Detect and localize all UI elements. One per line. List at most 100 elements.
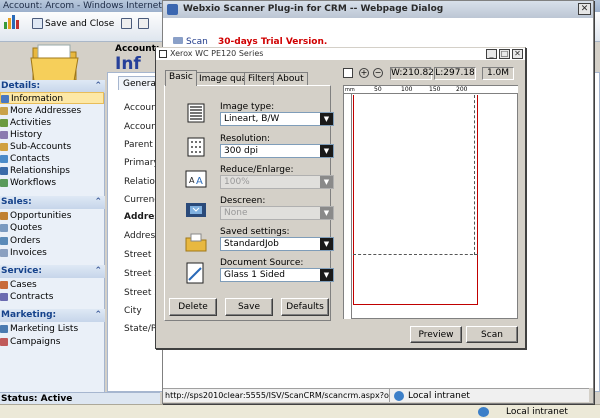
reduce-enlarge-value: 100% (224, 177, 250, 187)
svg-text:A: A (196, 176, 203, 187)
resolution-icon (187, 137, 205, 157)
nav-section-service[interactable]: Service: ⌃ (0, 265, 105, 278)
nav-item-cases[interactable]: Cases (0, 279, 104, 291)
contracts-icon (0, 293, 8, 301)
chevron-down-icon: ▼ (320, 113, 333, 125)
nav-item-more-addresses[interactable]: More Addresses (0, 105, 104, 117)
width-readout: W:210.82 (390, 67, 434, 80)
opportunities-icon (0, 212, 8, 220)
scan-button[interactable]: Scan (466, 326, 518, 343)
maximize-icon[interactable]: □ (499, 49, 510, 59)
scan-preview-area[interactable]: mm 50 100 150 200 (343, 85, 518, 319)
delete-button[interactable]: Delete (169, 298, 217, 316)
nav-section-marketing[interactable]: Marketing: ⌃ (0, 309, 105, 322)
tab-general[interactable]: General (118, 76, 158, 90)
collapse-icon[interactable]: ⌃ (94, 265, 102, 278)
nav-item-label: Quotes (10, 223, 43, 233)
nav-item-label: Contacts (10, 154, 50, 164)
chevron-down-icon: ▼ (320, 238, 333, 250)
descreen-label: Descreen: (220, 196, 266, 206)
nav-item-contracts[interactable]: Contracts (0, 291, 104, 303)
record-status: Status: Active (0, 392, 160, 404)
nav-section-title: Sales: (1, 197, 32, 207)
scanner-window: Xerox WC PE120 Series _ □ ✕ Basic Image … (155, 47, 526, 349)
toolbar-action-icon[interactable] (138, 18, 149, 29)
zoom-in-icon[interactable]: + (359, 68, 369, 78)
nav-item-marketing-lists[interactable]: Marketing Lists (0, 323, 104, 335)
nav-item-workflows[interactable]: Workflows (0, 177, 104, 189)
orders-icon (0, 237, 8, 245)
save-and-close-button[interactable]: Save and Close (45, 18, 114, 30)
nav-item-invoices[interactable]: Invoices (0, 247, 104, 259)
image-type-value: Lineart, B/W (224, 114, 280, 124)
nav-item-quotes[interactable]: Quotes (0, 222, 104, 234)
nav-item-label: Contracts (10, 292, 54, 302)
scan-area-right-edge (474, 95, 475, 255)
defaults-button[interactable]: Defaults (281, 298, 329, 316)
dialog-zone: Local intranet (389, 388, 589, 402)
account-title: Inf (115, 54, 141, 74)
collapse-icon[interactable]: ⌃ (94, 309, 102, 322)
crm-logo-icon (4, 15, 19, 29)
nav-item-contacts[interactable]: Contacts (0, 153, 104, 165)
nav-item-relationships[interactable]: Relationships (0, 165, 104, 177)
print-icon[interactable] (121, 18, 132, 29)
nav-item-label: Cases (10, 280, 37, 290)
intranet-globe-icon (478, 407, 489, 417)
collapse-icon[interactable]: ⌃ (94, 196, 102, 209)
scan-page-outline (353, 95, 478, 305)
marketing-lists-icon (0, 325, 8, 333)
tab-basic[interactable]: Basic (165, 70, 197, 86)
close-icon[interactable]: ✕ (578, 3, 591, 15)
scan-link-label: Scan (186, 37, 208, 47)
chevron-down-icon: ▼ (320, 145, 333, 157)
save-icon[interactable] (32, 18, 43, 29)
nav-item-label: More Addresses (10, 106, 82, 116)
scanner-title: Xerox WC PE120 Series (170, 49, 264, 58)
form-label: Primary (124, 158, 159, 168)
activities-icon (0, 119, 8, 127)
nav-item-orders[interactable]: Orders (0, 235, 104, 247)
nav-item-history[interactable]: History (0, 129, 104, 141)
image-type-select[interactable]: Lineart, B/W ▼ (220, 112, 334, 126)
document-source-select[interactable]: Glass 1 Sided ▼ (220, 268, 334, 282)
history-icon (0, 131, 8, 139)
resolution-select[interactable]: 300 dpi ▼ (220, 144, 334, 158)
scan-link[interactable]: Scan (173, 37, 208, 47)
nav-item-activities[interactable]: Activities (0, 117, 104, 129)
nav-section-sales[interactable]: Sales: ⌃ (0, 196, 105, 209)
scanner-icon (173, 37, 183, 44)
minimize-icon[interactable]: _ (486, 49, 497, 59)
campaigns-icon (0, 338, 8, 346)
ruler-mark: 200 (456, 86, 468, 93)
saved-settings-select[interactable]: StandardJob ▼ (220, 237, 334, 251)
addresses-icon (0, 107, 8, 115)
contacts-icon (0, 155, 8, 163)
resolution-value: 300 dpi (224, 146, 258, 156)
save-settings-button[interactable]: Save (225, 298, 273, 316)
basic-settings-panel: Image type: Lineart, B/W ▼ Resolution: 30… (164, 85, 334, 321)
nav-item-opportunities[interactable]: Opportunities (0, 210, 104, 222)
close-icon[interactable]: ✕ (512, 49, 523, 59)
nav-item-campaigns[interactable]: Campaigns (0, 336, 104, 348)
nav-item-label: History (10, 130, 43, 140)
saved-settings-value: StandardJob (224, 239, 279, 249)
preview-button[interactable]: Preview (410, 326, 462, 343)
zoom-out-icon[interactable]: − (373, 68, 383, 78)
nav-item-label: Opportunities (10, 211, 72, 221)
ruler-mark: 50 (374, 86, 382, 93)
select-area-icon[interactable] (343, 68, 353, 78)
information-icon (1, 95, 9, 103)
reduce-enlarge-label: Reduce/Enlarge: (220, 165, 294, 175)
ruler-mark: 100 (401, 86, 413, 93)
nav-item-label: Orders (10, 236, 41, 246)
account-folder-icon (30, 44, 79, 82)
cases-icon (0, 281, 8, 289)
ruler-unit: mm (345, 87, 355, 93)
nav-item-sub-accounts[interactable]: Sub-Accounts (0, 141, 104, 153)
nav-item-information[interactable]: Information (0, 92, 104, 104)
nav-section-title: Details: (1, 81, 41, 91)
nav-item-label: Relationships (10, 166, 70, 176)
tab-about[interactable]: About (273, 72, 308, 86)
descreen-select: None ▼ (220, 206, 334, 220)
